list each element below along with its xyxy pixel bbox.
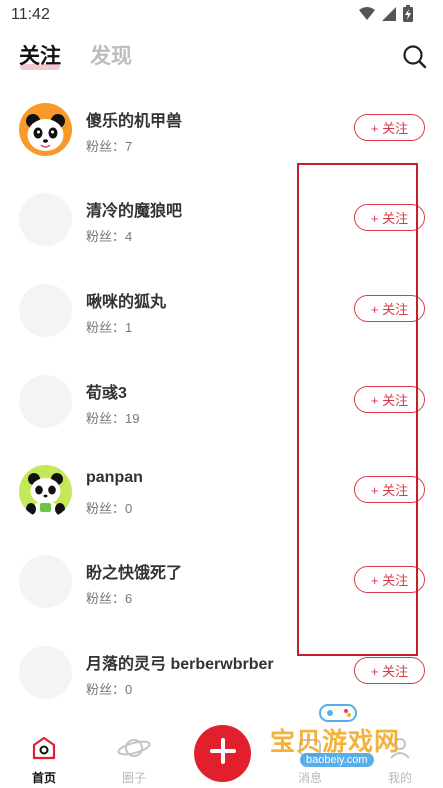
user-name[interactable]: 啾咪的狐丸 — [86, 288, 166, 312]
user-name[interactable]: 荀彧3 — [86, 379, 127, 403]
user-row[interactable]: 傻乐的机甲兽 粉丝：7 + 关注 — [0, 83, 443, 173]
watermark-logo: 宝贝游戏网 baobeiy.com — [268, 700, 418, 780]
fans-count: 粉丝：7 — [86, 139, 133, 154]
avatar-placeholder[interactable] — [19, 375, 72, 428]
plus-icon — [209, 737, 237, 770]
nav-home-label: 首页 — [31, 771, 56, 785]
user-name[interactable]: 盼之快饿死了 — [86, 559, 182, 583]
avatar-placeholder[interactable] — [19, 646, 72, 699]
tab-discover[interactable]: 发现 — [90, 40, 132, 70]
wifi-icon — [359, 7, 375, 25]
avatar-placeholder[interactable] — [19, 555, 72, 608]
create-post-button[interactable] — [194, 725, 251, 782]
top-tabs: 关注 发现 — [0, 36, 443, 76]
search-icon[interactable] — [402, 44, 428, 70]
nav-circle-label: 圈子 — [121, 771, 146, 785]
nav-home[interactable]: 首页 — [14, 736, 74, 786]
fans-count: 粉丝：6 — [86, 591, 133, 606]
user-name[interactable]: 清冷的魔狼吧 — [86, 197, 182, 221]
tab-follow[interactable]: 关注 — [19, 40, 61, 70]
follow-button[interactable]: + 关注 — [354, 657, 425, 684]
fans-count: 粉丝：0 — [86, 501, 133, 516]
avatar-panda-green[interactable] — [19, 465, 72, 518]
watermark-url: baobeiy.com — [300, 753, 374, 767]
signal-icon — [382, 6, 396, 26]
fans-count: 粉丝：0 — [86, 682, 133, 697]
fans-count: 粉丝：19 — [86, 411, 140, 426]
user-name[interactable]: panpan — [86, 469, 143, 487]
user-name[interactable]: 月落的灵弓 berberwbrber — [86, 650, 274, 674]
planet-icon — [117, 739, 151, 764]
fans-count: 粉丝：1 — [86, 320, 133, 335]
fans-count: 粉丝：4 — [86, 229, 133, 244]
avatar-placeholder[interactable] — [19, 284, 72, 337]
battery-charging-icon — [403, 5, 413, 27]
follow-button[interactable]: + 关注 — [354, 114, 425, 141]
avatar-panda-orange[interactable] — [19, 103, 72, 156]
avatar-placeholder[interactable] — [19, 193, 72, 246]
status-time: 11:42 — [11, 6, 50, 23]
highlight-box — [297, 163, 418, 656]
nav-circle[interactable]: 圈子 — [104, 736, 164, 786]
follow-button-label: + 关注 — [370, 664, 409, 679]
status-bar: 11:42 — [0, 0, 443, 30]
follow-button-label: + 关注 — [370, 121, 409, 136]
status-icons — [359, 5, 413, 27]
user-name[interactable]: 傻乐的机甲兽 — [86, 107, 182, 131]
home-icon — [31, 736, 57, 764]
